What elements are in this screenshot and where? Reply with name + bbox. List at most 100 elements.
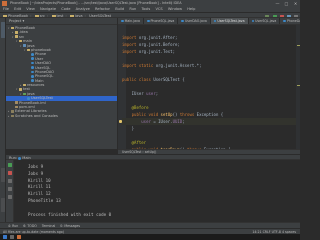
code-line[interactable]: user = IUser.UUID;	[119, 118, 296, 125]
code-token: setUp	[160, 112, 173, 117]
tree-item-label: src	[19, 34, 25, 39]
tree-item-label: pom.xml	[19, 105, 35, 110]
stop-icon[interactable]	[8, 171, 12, 175]
code-line[interactable]	[122, 83, 296, 90]
scroll-to-end-icon[interactable]	[8, 179, 12, 183]
minimize-button[interactable]: —	[273, 0, 282, 7]
tree-item-label: phonebook	[31, 47, 52, 52]
console-line: Kirill 10	[28, 177, 51, 183]
editor-tab-label: PhoneDAO.java	[286, 19, 300, 23]
tree-item-label: test	[23, 87, 30, 92]
console-line: Jobs 9	[28, 170, 44, 176]
menu-edit[interactable]: Edit	[14, 7, 21, 11]
code-line[interactable]: import org.junit.Test;	[122, 48, 296, 55]
code-line[interactable]: }	[122, 125, 296, 132]
lightbulb-icon[interactable]	[119, 119, 122, 123]
console-line: PhoneTitle 13	[28, 197, 61, 203]
warning-marker[interactable]	[296, 45, 300, 46]
folder-icon	[19, 39, 22, 43]
editor-tab[interactable]: PhoneSQL.java	[144, 18, 179, 24]
code-token: public void	[122, 112, 161, 117]
jar-icon	[15, 105, 18, 109]
code-line[interactable]: IUser user;	[122, 90, 296, 97]
code-token: ()	[172, 112, 180, 117]
code-token: import	[122, 49, 139, 54]
project-tool-tab[interactable]	[1, 22, 5, 38]
code-line[interactable]: @After	[122, 139, 296, 146]
class-icon	[31, 79, 34, 82]
editor-tab[interactable]: Main.java	[118, 18, 144, 24]
editor-tab[interactable]: UserSQLTest.java	[210, 18, 249, 24]
editor-tab[interactable]: UserDAO.java	[178, 18, 211, 24]
code-token: throws	[179, 112, 197, 117]
code-line[interactable]	[122, 97, 296, 104]
code-token: user	[146, 91, 156, 96]
code-token: import static	[122, 63, 156, 68]
class-icon	[283, 19, 286, 23]
class-icon	[31, 53, 34, 56]
folder-icon	[11, 26, 14, 30]
editor-tab[interactable]: PhoneDAO.java	[280, 18, 300, 24]
start-icon[interactable]	[3, 235, 7, 239]
warning-marker[interactable]	[296, 85, 300, 86]
tree-item-label: PhoneDAO	[35, 69, 55, 74]
tree-item-label: resources	[27, 83, 45, 88]
code-token: ;	[155, 91, 159, 96]
rerun-icon[interactable]	[8, 163, 12, 167]
code-line[interactable]	[122, 132, 296, 139]
maximize-button[interactable]: □	[282, 0, 291, 7]
menu-tools[interactable]: Tools	[141, 7, 150, 11]
search-icon[interactable]	[10, 235, 14, 239]
run-console[interactable]: Jobs 9 Jobs 9 Kirill 10 Kirill 11 Kirill 12 P…	[14, 160, 300, 222]
code-token: import	[122, 42, 139, 47]
test-icon	[23, 92, 26, 96]
code-line[interactable]: import org.junit.After;	[122, 34, 296, 41]
intellij-taskbar-icon[interactable]	[17, 235, 21, 239]
code-token: import	[122, 35, 139, 40]
code-editor[interactable]: import org.junit.After; import org.junit.…	[118, 25, 300, 159]
code-line[interactable]	[122, 55, 296, 62]
menu-refactor[interactable]: Refactor	[95, 7, 110, 11]
code-token: = IUser.	[150, 119, 173, 124]
code-line[interactable]: public class UserSQLTest {	[122, 76, 296, 83]
menu-vcs[interactable]: VCS	[155, 7, 162, 11]
menu-build[interactable]: Build	[115, 7, 124, 11]
run-toolbar	[6, 160, 14, 222]
editor-tab[interactable]: UserSQL.java	[249, 18, 281, 24]
code-token: }	[122, 126, 135, 131]
code-area[interactable]: import org.junit.After; import org.junit.…	[119, 34, 296, 160]
code-token: @Before	[122, 105, 149, 110]
code-line[interactable]: import static org.junit.Assert.*;	[122, 62, 296, 69]
console-line: Jobs 9	[28, 164, 44, 169]
code-line[interactable]: import org.junit.Before;	[122, 41, 296, 48]
code-line[interactable]	[122, 69, 296, 76]
tree-item-label: Phone	[35, 52, 47, 57]
error-stripe[interactable]	[296, 25, 300, 149]
project-panel-header[interactable]: Project ▾	[6, 18, 117, 25]
code-token: UserSQLTest {	[153, 77, 185, 82]
menu-view[interactable]: View	[26, 7, 35, 11]
os-taskbar	[0, 234, 300, 240]
menu-navigate[interactable]: Navigate	[40, 7, 56, 11]
menu-file[interactable]: File	[3, 7, 9, 11]
favorites-tool-tab[interactable]	[1, 198, 5, 212]
trash-icon[interactable]	[8, 195, 12, 199]
code-line[interactable]: public void setUp() throws Exception {	[122, 111, 296, 118]
editor-tabs: Main.java PhoneSQL.java UserDAO.java UserSQ…	[118, 18, 300, 25]
menu-window[interactable]: Window	[168, 7, 182, 11]
code-line[interactable]: @Before	[122, 104, 296, 111]
close-button[interactable]: ✕	[291, 0, 300, 7]
tree-item[interactable]: ▸ Scratches and Consoles	[6, 114, 117, 118]
menu-run[interactable]: Run	[129, 7, 136, 11]
code-token: IUser	[122, 91, 147, 96]
menu-code[interactable]: Code	[61, 7, 70, 11]
structure-tool-tab[interactable]	[1, 168, 5, 182]
tree-item-label: PhoneBook	[15, 26, 36, 30]
menu-analyze[interactable]: Analyze	[76, 7, 90, 11]
menu-help[interactable]: Help	[187, 7, 195, 11]
code-token: org.junit.Test;	[138, 49, 175, 54]
tree-item-label: java	[27, 91, 35, 96]
print-icon[interactable]	[8, 187, 12, 191]
